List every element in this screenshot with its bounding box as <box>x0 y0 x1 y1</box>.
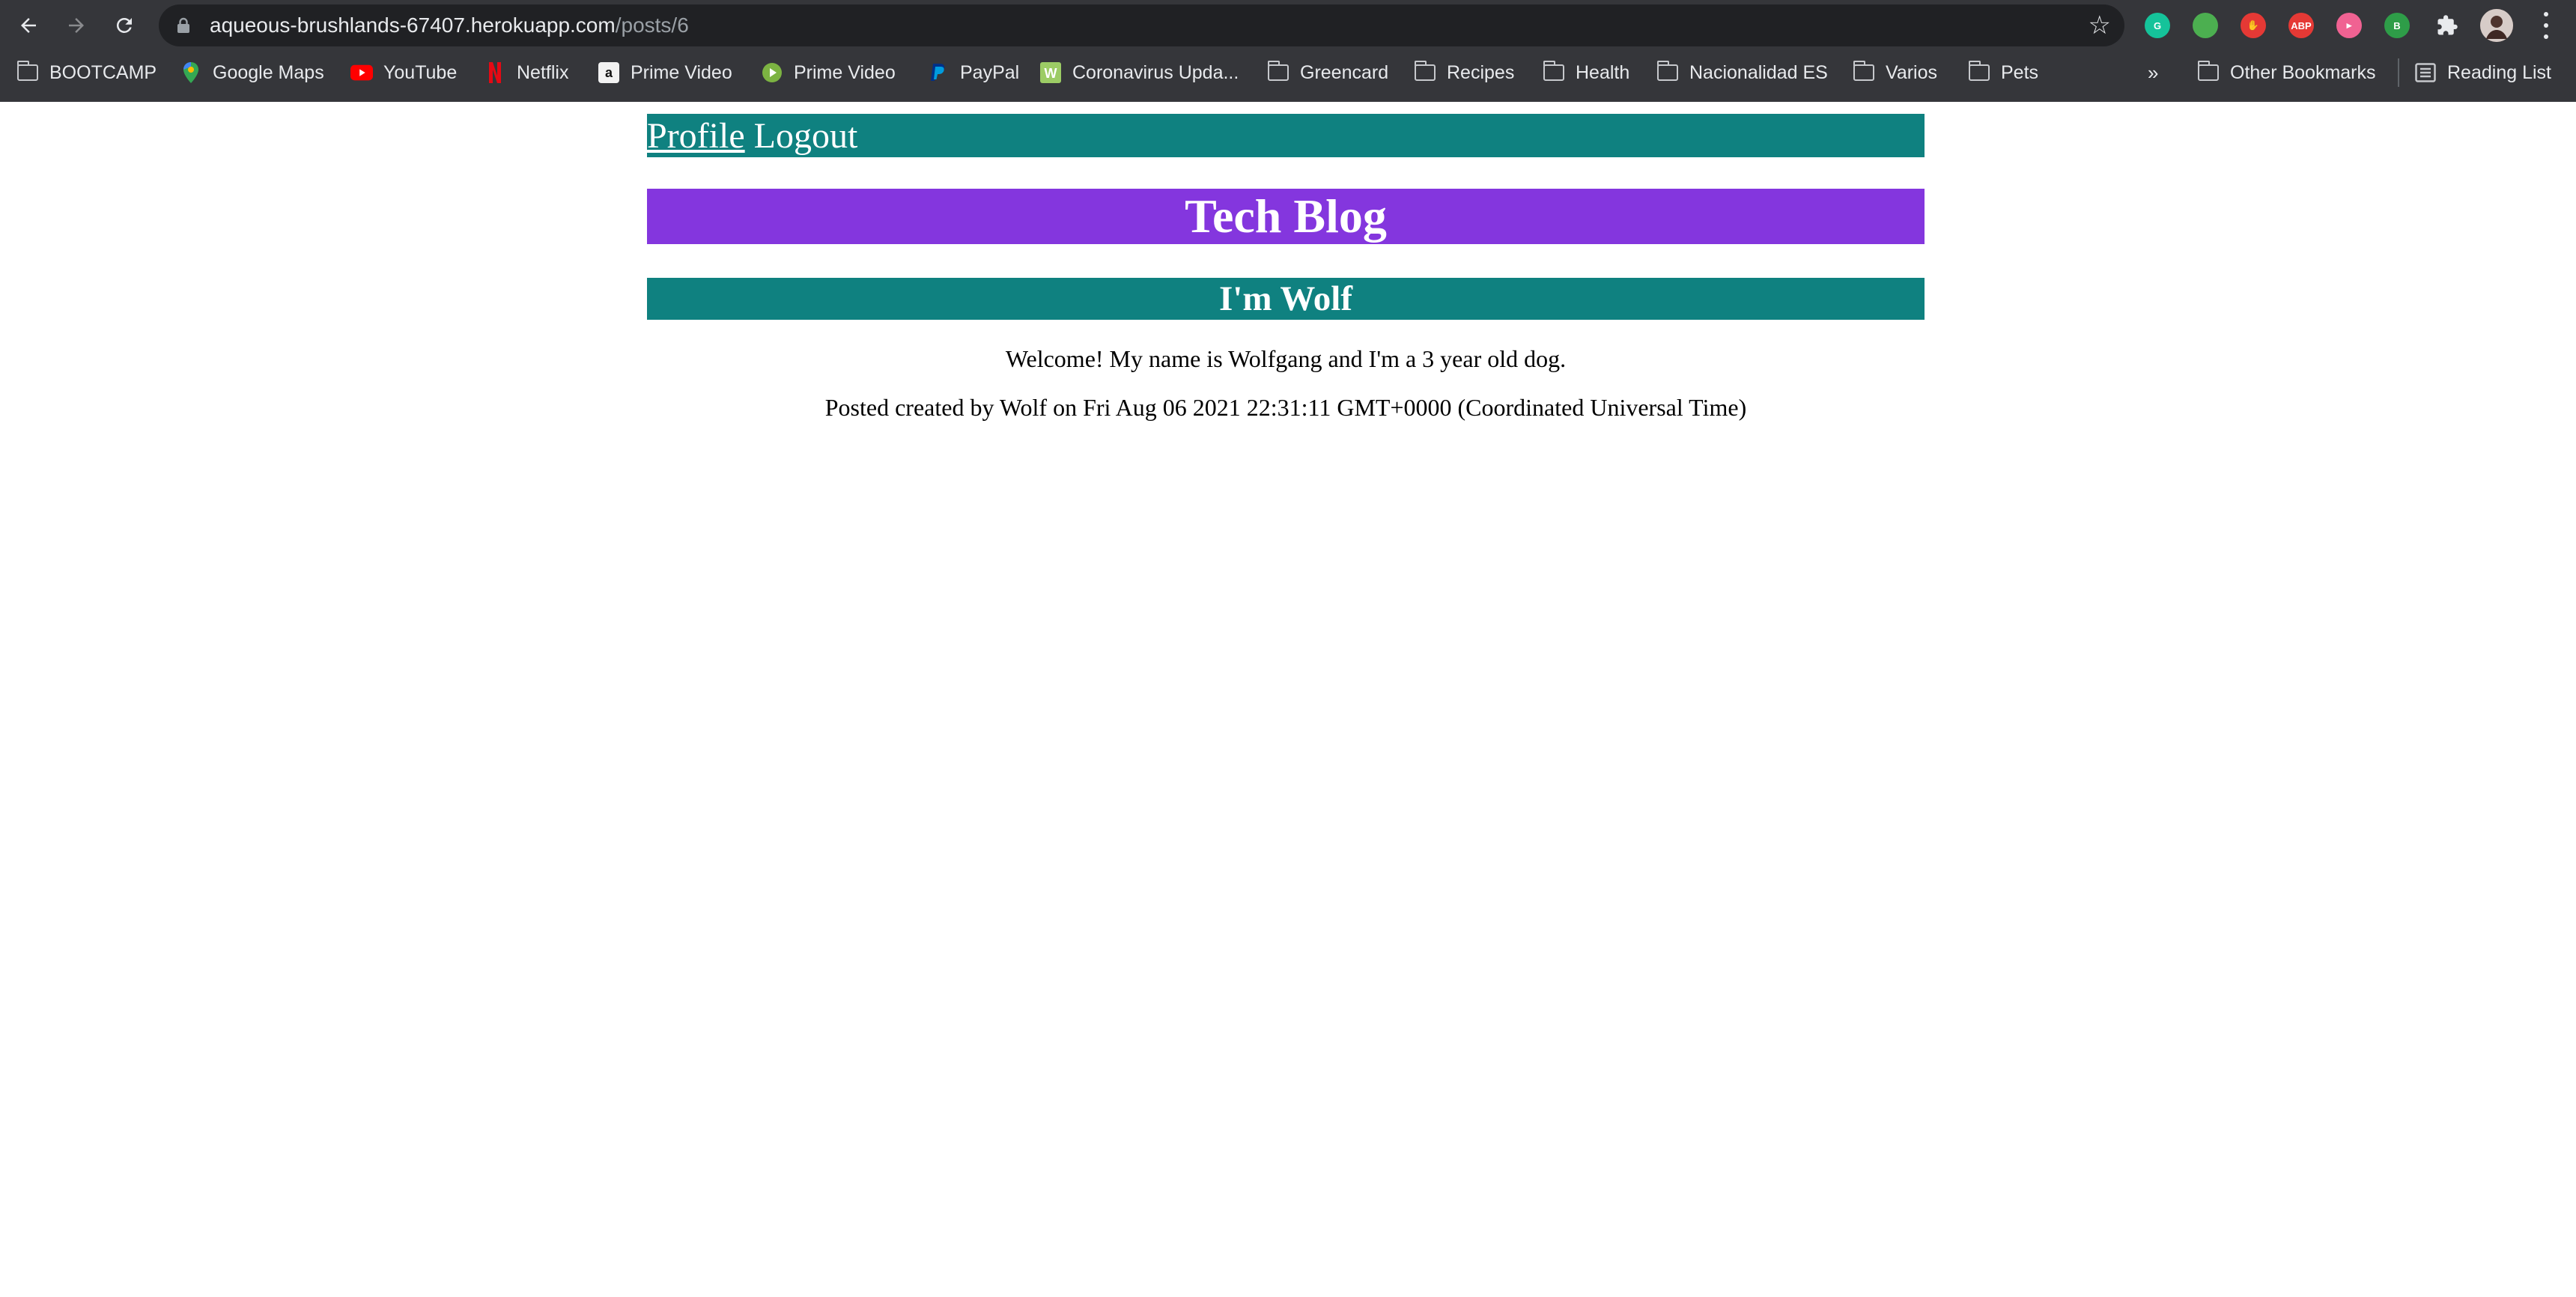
lock-icon <box>177 17 189 33</box>
browser-menu-icon[interactable] <box>2537 9 2555 42</box>
arrow-right-icon <box>69 18 84 33</box>
adblock-plus-icon[interactable]: ABP <box>2288 13 2314 38</box>
bookmark-item[interactable]: Prime Video <box>761 51 896 94</box>
other-bookmarks[interactable]: Other Bookmarks <box>2197 51 2376 94</box>
bookmarks-divider <box>2398 58 2399 87</box>
google-maps-icon <box>180 61 202 84</box>
bookmarks-overflow-button[interactable]: » <box>2148 51 2158 94</box>
bookmark-item[interactable]: BOOTCAMP <box>16 51 157 94</box>
folder-icon <box>2197 61 2220 84</box>
chrome-extension-icon[interactable] <box>2193 13 2218 38</box>
bookmark-item[interactable]: Greencard <box>1267 51 1388 94</box>
address-bar[interactable]: aqueous-brushlands-67407.herokuapp.com/p… <box>159 4 2124 46</box>
logout-link[interactable]: Logout <box>754 115 858 157</box>
svg-text:a: a <box>605 65 613 80</box>
folder-icon <box>16 61 39 84</box>
reading-list-label: Reading List <box>2447 61 2551 83</box>
folder-icon <box>1414 61 1436 84</box>
bookmark-item[interactable]: YouTube <box>350 51 457 94</box>
url-text: aqueous-brushlands-67407.herokuapp.com/p… <box>210 4 689 46</box>
site-title: Tech Blog <box>647 189 1925 244</box>
folder-icon <box>1543 61 1565 84</box>
prime-video-play-icon <box>761 61 783 84</box>
avatar-icon <box>2480 9 2513 42</box>
svg-text:W: W <box>1045 66 1057 81</box>
bookmark-label: Prime Video <box>631 61 732 83</box>
bookmark-label: Google Maps <box>213 61 324 83</box>
bookmark-item[interactable]: Health <box>1543 51 1629 94</box>
folder-icon <box>1656 61 1679 84</box>
bookmarks-bar: BOOTCAMP Google Maps YouTube Netflix a Prime … <box>0 51 2576 94</box>
post-body: Welcome! My name is Wolfgang and I'm a 3… <box>1005 345 1567 372</box>
profile-avatar[interactable] <box>2480 9 2513 42</box>
profile-link[interactable]: Profile <box>647 115 745 157</box>
bookmark-item[interactable]: W Coronavirus Upda... <box>1039 51 1239 94</box>
bookmark-label: Coronavirus Upda... <box>1072 61 1239 83</box>
bookmark-item[interactable]: Nacionalidad ES <box>1656 51 1828 94</box>
grammarly-icon[interactable]: G <box>2145 13 2170 38</box>
bookmark-item[interactable]: Recipes <box>1414 51 1514 94</box>
bookmark-label: Netflix <box>517 61 569 83</box>
coronavirus-site-icon: W <box>1039 61 1062 84</box>
reload-button[interactable] <box>106 7 142 43</box>
back-button[interactable] <box>10 7 46 43</box>
browser-chrome: aqueous-brushlands-67407.herokuapp.com/p… <box>0 0 2576 102</box>
bookmark-item[interactable]: PayPal <box>927 51 1019 94</box>
folder-icon <box>1267 61 1289 84</box>
b-extension-icon[interactable]: B <box>2384 13 2410 38</box>
bookmark-item[interactable]: Varios <box>1853 51 1937 94</box>
stop-hand-icon[interactable]: ✋ <box>2241 13 2266 38</box>
bookmark-label: YouTube <box>383 61 458 83</box>
browser-toolbar: aqueous-brushlands-67407.herokuapp.com/p… <box>0 0 2576 51</box>
bookmark-item[interactable]: Google Maps <box>180 51 324 94</box>
page-container: Profile Logout Tech Blog I'm Wolf Welcom… <box>647 114 1925 422</box>
bookmark-label: Health <box>1576 61 1630 83</box>
bookmark-label: Recipes <box>1447 61 1515 83</box>
bookmark-label: Pets <box>2001 61 2039 83</box>
amazon-icon: a <box>598 61 620 84</box>
web-page: Profile Logout Tech Blog I'm Wolf Welcom… <box>0 102 2576 1297</box>
forward-button[interactable] <box>58 7 94 43</box>
extensions-puzzle-icon[interactable] <box>2429 7 2465 43</box>
other-bookmarks-label: Other Bookmarks <box>2230 61 2376 83</box>
bookmark-label: Nacionalidad ES <box>1689 61 1828 83</box>
arrow-left-icon <box>21 18 36 33</box>
paypal-icon <box>927 61 950 84</box>
video-extension-icon[interactable]: ▸ <box>2336 13 2362 38</box>
top-navbar: Profile Logout <box>647 114 1925 157</box>
bookmark-item[interactable]: Pets <box>1968 51 2038 94</box>
post-title: I'm Wolf <box>647 278 1925 320</box>
reload-icon <box>116 17 132 33</box>
bookmark-star-icon[interactable]: ☆ <box>2089 10 2111 40</box>
youtube-icon <box>350 61 373 84</box>
url-path: /posts/6 <box>615 13 689 37</box>
folder-icon <box>1968 61 1990 84</box>
folder-icon <box>1853 61 1875 84</box>
reading-list-icon <box>2414 61 2437 84</box>
bookmark-label: Varios <box>1886 61 1938 83</box>
post-meta: Posted created by Wolf on Fri Aug 06 202… <box>824 394 1747 421</box>
bookmark-label: Greencard <box>1300 61 1389 83</box>
netflix-icon <box>484 61 506 84</box>
url-host: aqueous-brushlands-67407.herokuapp.com <box>210 13 616 37</box>
bookmark-item[interactable]: a Prime Video <box>598 51 732 94</box>
reading-list[interactable]: Reading List <box>2414 51 2551 94</box>
bookmark-label: BOOTCAMP <box>49 61 157 83</box>
bookmark-label: PayPal <box>960 61 1020 83</box>
bookmark-item[interactable]: Netflix <box>484 51 568 94</box>
bookmark-label: Prime Video <box>794 61 896 83</box>
